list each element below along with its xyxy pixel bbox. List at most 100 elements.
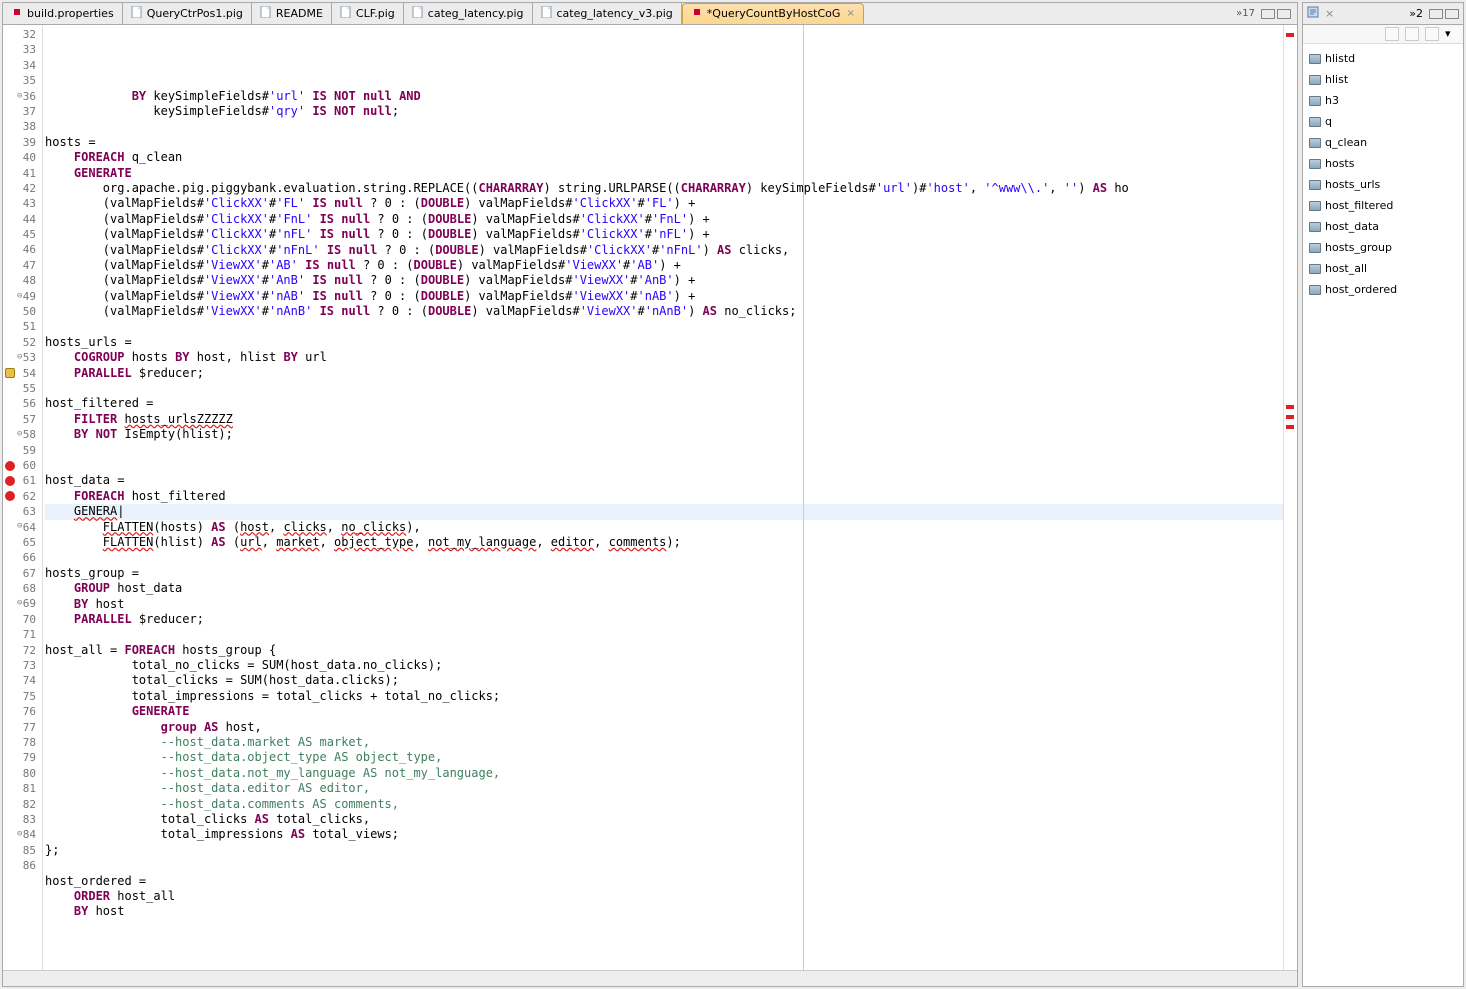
line-number[interactable]: 40	[3, 150, 42, 165]
outline-item-q_clean[interactable]: q_clean	[1309, 132, 1457, 153]
code-line[interactable]: ORDER host_all	[45, 889, 1283, 904]
editor-tab-4[interactable]: categ_latency.pig	[404, 3, 533, 24]
code-line[interactable]: hosts =	[45, 135, 1283, 150]
line-number[interactable]: 73	[3, 658, 42, 673]
outline-item-hlistd[interactable]: hlistd	[1309, 48, 1457, 69]
code-line[interactable]: FLATTEN(hlist) AS (url, market, object_t…	[45, 535, 1283, 550]
code-line[interactable]: GENERATE	[45, 166, 1283, 181]
maximize-icon[interactable]	[1445, 9, 1459, 19]
code-editor[interactable]: 3233343536⊖37383940414243444546474849⊖50…	[3, 25, 1297, 970]
fold-toggle-icon[interactable]: ⊖	[17, 427, 22, 442]
line-number[interactable]: 32	[3, 27, 42, 42]
code-line[interactable]: hosts_group =	[45, 566, 1283, 581]
line-number[interactable]: 34	[3, 58, 42, 73]
code-line[interactable]: (valMapFields#'ViewXX'#'AnB' IS null ? 0…	[45, 273, 1283, 288]
fold-toggle-icon[interactable]: ⊖	[17, 289, 22, 304]
code-line[interactable]	[45, 381, 1283, 396]
line-number[interactable]: 57	[3, 412, 42, 427]
view-menu-icon[interactable]: ▾	[1445, 27, 1459, 41]
line-number[interactable]: 82	[3, 797, 42, 812]
line-number[interactable]: 69⊖	[3, 596, 42, 611]
line-number[interactable]: 52	[3, 335, 42, 350]
maximize-icon[interactable]	[1277, 9, 1291, 19]
outline-item-hosts_urls[interactable]: hosts_urls	[1309, 174, 1457, 195]
sort-az-icon[interactable]	[1425, 27, 1439, 41]
line-number[interactable]: 42	[3, 181, 42, 196]
code-line[interactable]: BY host	[45, 597, 1283, 612]
line-number[interactable]: 38	[3, 119, 42, 134]
line-number[interactable]: 81	[3, 781, 42, 796]
outline-item-hlist[interactable]: hlist	[1309, 69, 1457, 90]
fold-toggle-icon[interactable]: ⊖	[17, 89, 22, 104]
code-line[interactable]: (valMapFields#'ClickXX'#'nFnL' IS null ?…	[45, 243, 1283, 258]
editor-tab-3[interactable]: CLF.pig	[332, 3, 404, 24]
line-number[interactable]: 33	[3, 42, 42, 57]
outline-item-host_ordered[interactable]: host_ordered	[1309, 279, 1457, 300]
code-line[interactable]: total_impressions = total_clicks + total…	[45, 689, 1283, 704]
editor-tab-5[interactable]: categ_latency_v3.pig	[533, 3, 682, 24]
line-number[interactable]: 76	[3, 704, 42, 719]
code-line[interactable]: (valMapFields#'ViewXX'#'AB' IS null ? 0 …	[45, 258, 1283, 273]
fold-toggle-icon[interactable]: ⊖	[17, 827, 22, 842]
outline-item-hosts_group[interactable]: hosts_group	[1309, 237, 1457, 258]
code-line[interactable]: total_no_clicks = SUM(host_data.no_click…	[45, 658, 1283, 673]
line-number[interactable]: 75	[3, 689, 42, 704]
code-line[interactable]: BY host	[45, 904, 1283, 919]
fold-toggle-icon[interactable]: ⊖	[17, 519, 22, 534]
line-number[interactable]: 67	[3, 566, 42, 581]
line-number[interactable]: 63	[3, 504, 42, 519]
code-line[interactable]: PARALLEL $reducer;	[45, 612, 1283, 627]
code-line[interactable]: total_clicks = SUM(host_data.clicks);	[45, 673, 1283, 688]
overview-ruler[interactable]	[1283, 25, 1297, 970]
line-number[interactable]: 37	[3, 104, 42, 119]
outline-item-host_data[interactable]: host_data	[1309, 216, 1457, 237]
minimize-icon[interactable]	[1261, 9, 1275, 19]
line-number[interactable]: 35	[3, 73, 42, 88]
outline-overflow-indicator[interactable]: »2	[1409, 7, 1423, 20]
line-number[interactable]: 62	[3, 489, 42, 504]
code-line[interactable]: (valMapFields#'ViewXX'#'nAnB' IS null ? …	[45, 304, 1283, 319]
error-marker-icon[interactable]	[5, 476, 15, 486]
line-number[interactable]: 56	[3, 396, 42, 411]
line-number[interactable]: 60	[3, 458, 42, 473]
line-number[interactable]: 79	[3, 750, 42, 765]
outline-item-host_all[interactable]: host_all	[1309, 258, 1457, 279]
close-icon[interactable]: ×	[846, 8, 854, 19]
line-number-gutter[interactable]: 3233343536⊖37383940414243444546474849⊖50…	[3, 25, 43, 970]
error-marker-icon[interactable]	[5, 491, 15, 501]
code-line[interactable]: --host_data.editor AS editor,	[45, 781, 1283, 796]
line-number[interactable]: 44	[3, 212, 42, 227]
code-line[interactable]: (valMapFields#'ViewXX'#'nAB' IS null ? 0…	[45, 289, 1283, 304]
line-number[interactable]: 61	[3, 473, 42, 488]
code-line[interactable]: GENERATE	[45, 704, 1283, 719]
code-line[interactable]: org.apache.pig.piggybank.evaluation.stri…	[45, 181, 1283, 196]
line-number[interactable]: 71	[3, 627, 42, 642]
line-number[interactable]: 74	[3, 673, 42, 688]
editor-tab-6[interactable]: *QueryCountByHostCoG×	[682, 3, 864, 24]
code-line[interactable]: GENERA|	[45, 504, 1283, 519]
line-number[interactable]: 78	[3, 735, 42, 750]
line-number[interactable]: 49⊖	[3, 289, 42, 304]
code-line[interactable]: total_clicks AS total_clicks,	[45, 812, 1283, 827]
line-number[interactable]: 86	[3, 858, 42, 873]
code-line[interactable]: (valMapFields#'ClickXX'#'FnL' IS null ? …	[45, 212, 1283, 227]
code-line[interactable]: host_all = FOREACH hosts_group {	[45, 643, 1283, 658]
code-line[interactable]: total_impressions AS total_views;	[45, 827, 1283, 842]
warning-marker-icon[interactable]	[5, 368, 15, 378]
code-line[interactable]: FOREACH q_clean	[45, 150, 1283, 165]
line-number[interactable]: 48	[3, 273, 42, 288]
code-line[interactable]: hosts_urls =	[45, 335, 1283, 350]
line-number[interactable]: 84⊖	[3, 827, 42, 842]
code-line[interactable]: host_ordered =	[45, 874, 1283, 889]
line-number[interactable]: 43	[3, 196, 42, 211]
code-line[interactable]: (valMapFields#'ClickXX'#'nFL' IS null ? …	[45, 227, 1283, 242]
minimize-icon[interactable]	[1429, 9, 1443, 19]
line-number[interactable]: 65	[3, 535, 42, 550]
outline-item-h3[interactable]: h3	[1309, 90, 1457, 111]
line-number[interactable]: 59	[3, 443, 42, 458]
line-number[interactable]: 72	[3, 643, 42, 658]
code-line[interactable]: group AS host,	[45, 720, 1283, 735]
outline-close-icon[interactable]: ×	[1325, 7, 1334, 20]
sort-icon[interactable]	[1405, 27, 1419, 41]
line-number[interactable]: 55	[3, 381, 42, 396]
